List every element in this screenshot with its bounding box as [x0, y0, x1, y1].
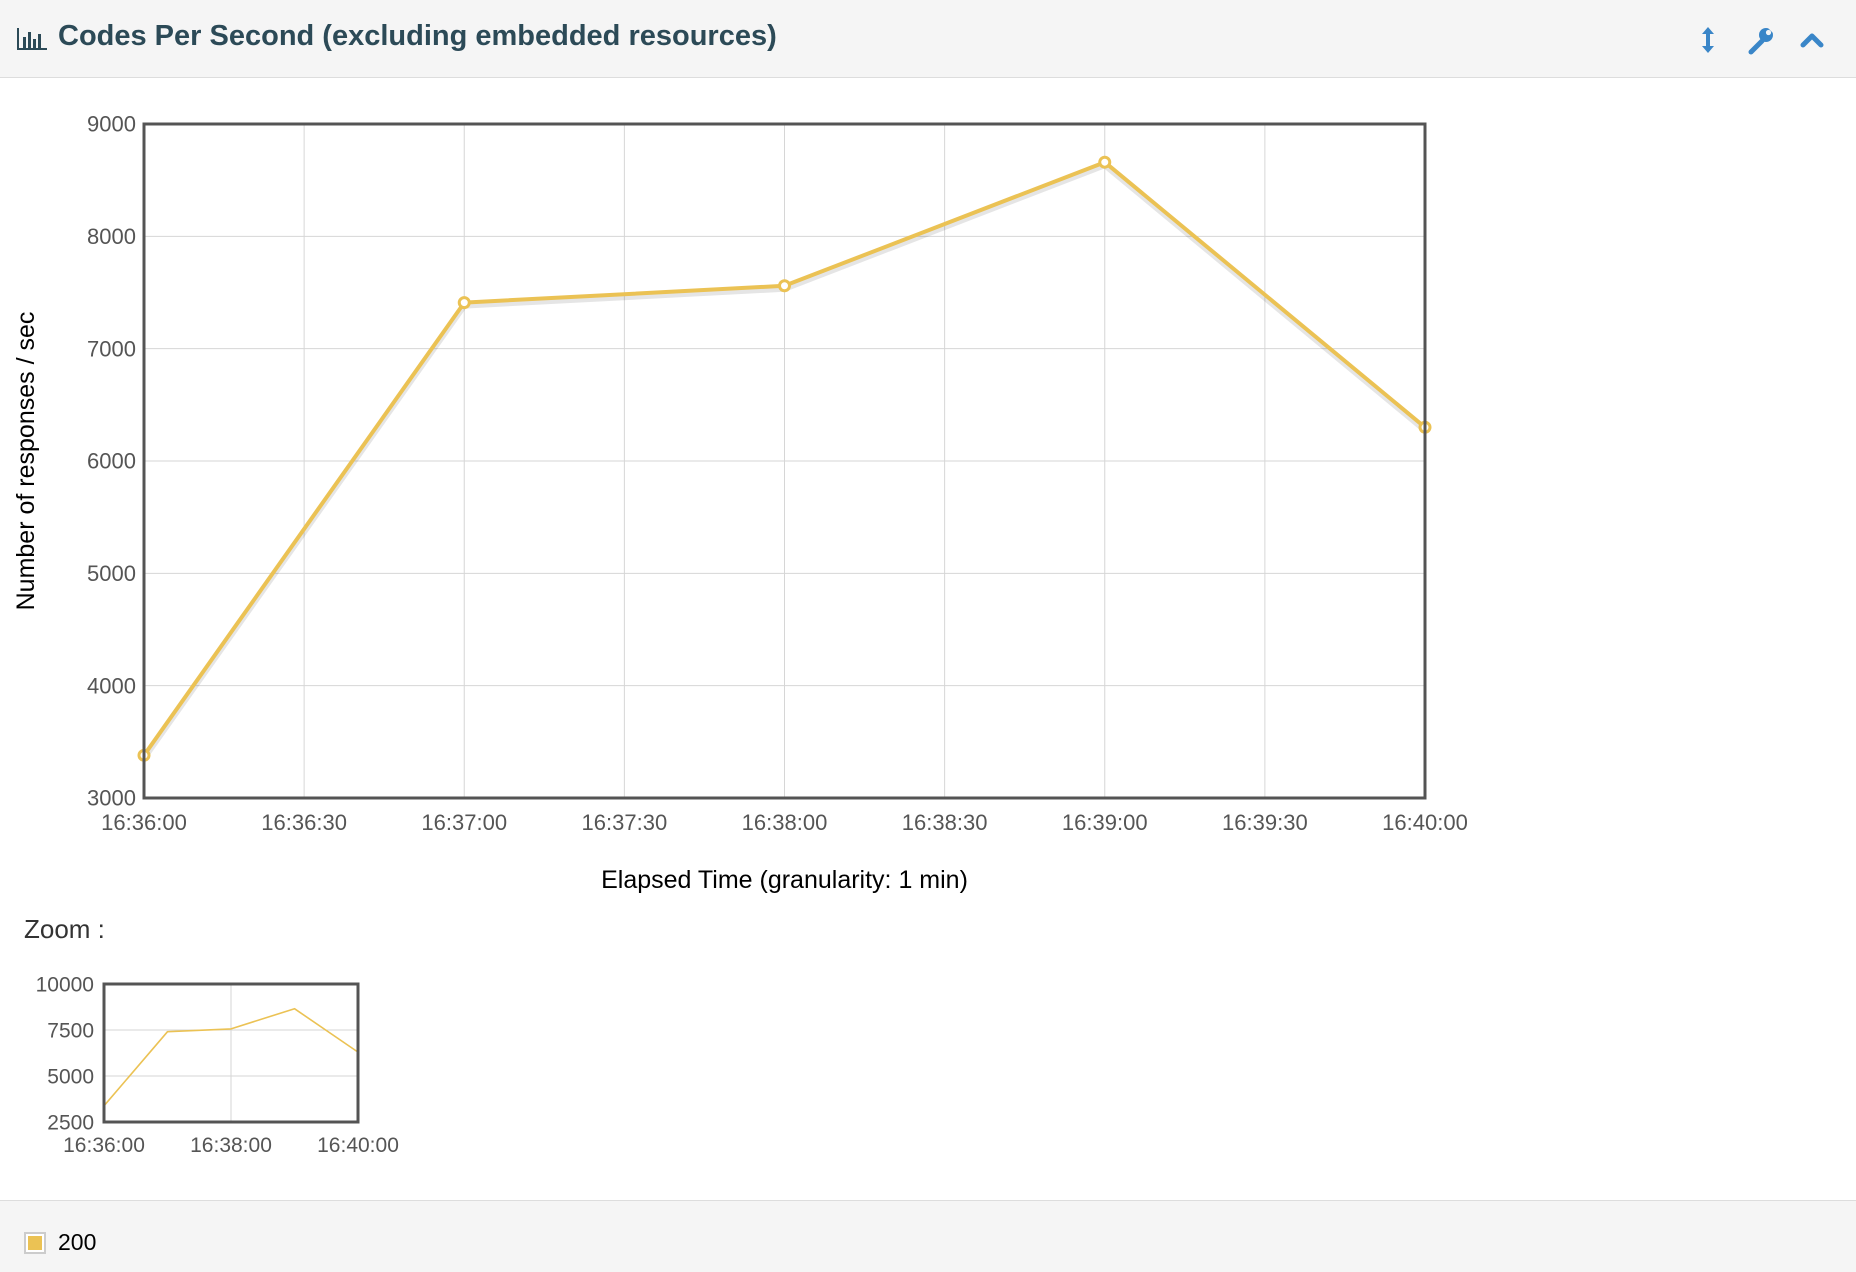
- zoom-chart[interactable]: 16:36:00 16:38:00 16:40:00 2500 5000 7500 1000…: [0, 960, 460, 1170]
- resize-button[interactable]: [1690, 22, 1726, 58]
- settings-button[interactable]: [1742, 22, 1778, 58]
- x-tick-label: 16:36:00: [63, 1134, 145, 1157]
- y-tick-label: 7500: [47, 1019, 94, 1042]
- y-axis-label: Number of responses / sec: [12, 312, 40, 611]
- x-tick-label: 16:39:00: [1062, 810, 1148, 835]
- x-tick-label: 16:38:00: [190, 1134, 272, 1157]
- chevron-up-icon: [1800, 33, 1824, 48]
- y-tick-label: 7000: [87, 336, 136, 361]
- data-point: [457, 296, 471, 310]
- vertical-arrows-icon: [1702, 27, 1714, 53]
- y-tick-label: 6000: [87, 449, 136, 474]
- x-tick-label: 16:36:30: [261, 810, 347, 835]
- main-chart[interactable]: 16:36:00 16:36:30 16:37:00 16:37:30 16:38:00…: [0, 90, 1856, 910]
- bar-chart-icon: [17, 28, 47, 50]
- x-axis-label: Elapsed Time (granularity: 1 min): [601, 866, 968, 894]
- y-tick-label: 4000: [87, 673, 136, 698]
- zoom-label: Zoom :: [24, 914, 105, 944]
- y-tick-label: 3000: [87, 786, 136, 811]
- data-point: [778, 279, 791, 293]
- y-tick-label: 8000: [87, 224, 136, 249]
- wrench-icon: [1748, 27, 1773, 55]
- legend-swatch: [24, 1231, 46, 1254]
- y-tick-label: 10000: [36, 973, 94, 996]
- x-tick-label: 16:37:30: [582, 810, 668, 835]
- y-tick-label: 2500: [47, 1111, 94, 1134]
- legend-swatch-fill: [28, 1235, 42, 1250]
- x-tick-label: 16:39:30: [1222, 810, 1308, 835]
- legend-item-200[interactable]: 200: [24, 1229, 96, 1256]
- legend-label: 200: [58, 1229, 97, 1255]
- y-tick-label: 9000: [87, 112, 136, 137]
- y-tick-label: 5000: [87, 561, 136, 586]
- x-tick-label: 16:37:00: [421, 810, 507, 835]
- y-tick-label: 5000: [47, 1065, 94, 1088]
- x-tick-label: 16:38:00: [742, 810, 828, 835]
- x-tick-label: 16:38:30: [902, 810, 988, 835]
- x-tick-label: 16:36:00: [101, 810, 187, 835]
- x-tick-label: 16:40:00: [1382, 810, 1468, 835]
- legend: 200: [0, 1200, 1856, 1272]
- data-point: [1098, 155, 1112, 169]
- panel-header: Codes Per Second (excluding embedded res…: [0, 0, 1856, 78]
- collapse-button[interactable]: [1794, 22, 1830, 58]
- panel-title: Codes Per Second (excluding embedded res…: [58, 20, 777, 52]
- x-tick-label: 16:40:00: [317, 1134, 399, 1157]
